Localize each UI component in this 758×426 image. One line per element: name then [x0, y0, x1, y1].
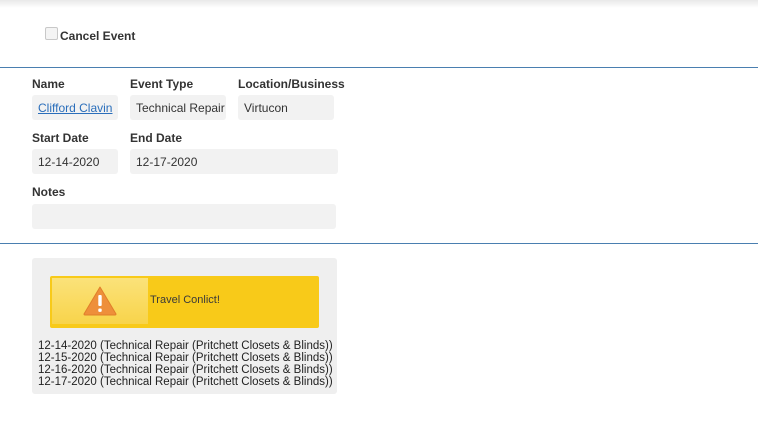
warning-banner: Travel Conlict! [50, 276, 319, 328]
list-item: 12-14-2020 (Technical Repair (Pritchett … [38, 340, 333, 352]
start-date-field: 12-14-2020 [32, 149, 118, 174]
list-item: 12-16-2020 (Technical Repair (Pritchett … [38, 364, 333, 376]
notes-label: Notes [32, 185, 66, 199]
end-date-field: 12-17-2020 [130, 149, 338, 174]
name-field: Clifford Clavin [32, 95, 118, 120]
warning-message: Travel Conlict! [150, 294, 220, 306]
location-field: Virtucon [238, 95, 334, 120]
warning-icon [83, 286, 117, 316]
list-item: 12-15-2020 (Technical Repair (Pritchett … [38, 352, 333, 364]
start-date-label: Start Date [32, 131, 89, 145]
end-date-label: End Date [130, 131, 183, 145]
name-label: Name [32, 77, 65, 91]
event-type-label: Event Type [130, 77, 194, 91]
event-detail-page: Cancel Event Name Clifford Clavin Event … [0, 0, 758, 426]
section-divider-bottom [0, 243, 758, 244]
name-link[interactable]: Clifford Clavin [38, 101, 112, 115]
warning-icon-box [52, 278, 148, 324]
section-divider-top [0, 67, 758, 68]
list-item: 12-17-2020 (Technical Repair (Pritchett … [38, 376, 333, 388]
top-shadow [0, 0, 758, 8]
cancel-event-toggle[interactable]: Cancel Event [45, 26, 136, 43]
event-type-field: Technical Repair [130, 95, 226, 120]
location-label: Location/Business [238, 77, 345, 91]
notes-field [32, 204, 336, 229]
cancel-event-label: Cancel Event [60, 29, 136, 43]
conflict-list: 12-14-2020 (Technical Repair (Pritchett … [38, 340, 333, 388]
cancel-event-checkbox[interactable] [45, 26, 58, 40]
travel-conflict-panel: Travel Conlict! 12-14-2020 (Technical Re… [32, 258, 337, 394]
